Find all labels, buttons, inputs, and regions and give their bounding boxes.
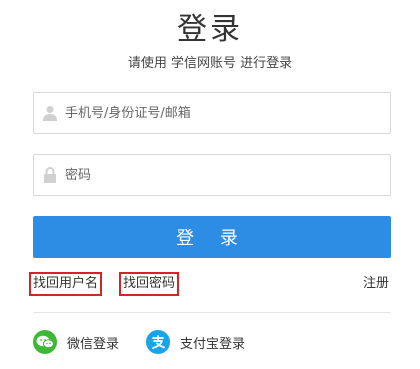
page-subtitle: 请使用 学信网账号 进行登录 <box>127 56 293 71</box>
alipay-icon <box>146 330 170 354</box>
page-title: 登录 <box>177 12 243 47</box>
password-field[interactable] <box>33 154 391 196</box>
user-icon <box>35 93 65 133</box>
alipay-login-label[interactable]: 支付宝登录 <box>180 333 245 352</box>
find-password-link[interactable]: 找回密码 <box>119 272 180 296</box>
password-input[interactable] <box>65 155 390 195</box>
register-link[interactable]: 注册 <box>361 274 391 294</box>
divider <box>33 312 391 313</box>
wechat-icon <box>33 330 57 354</box>
wechat-login[interactable]: 微信登录 <box>33 330 119 354</box>
find-username-link[interactable]: 找回用户名 <box>29 272 103 296</box>
lock-icon <box>35 155 65 195</box>
login-button[interactable]: 登 录 <box>33 216 391 258</box>
wechat-login-label[interactable]: 微信登录 <box>67 333 119 352</box>
username-field[interactable] <box>33 92 391 134</box>
alipay-login[interactable]: 支付宝登录 <box>146 330 245 354</box>
username-input[interactable] <box>65 93 390 133</box>
